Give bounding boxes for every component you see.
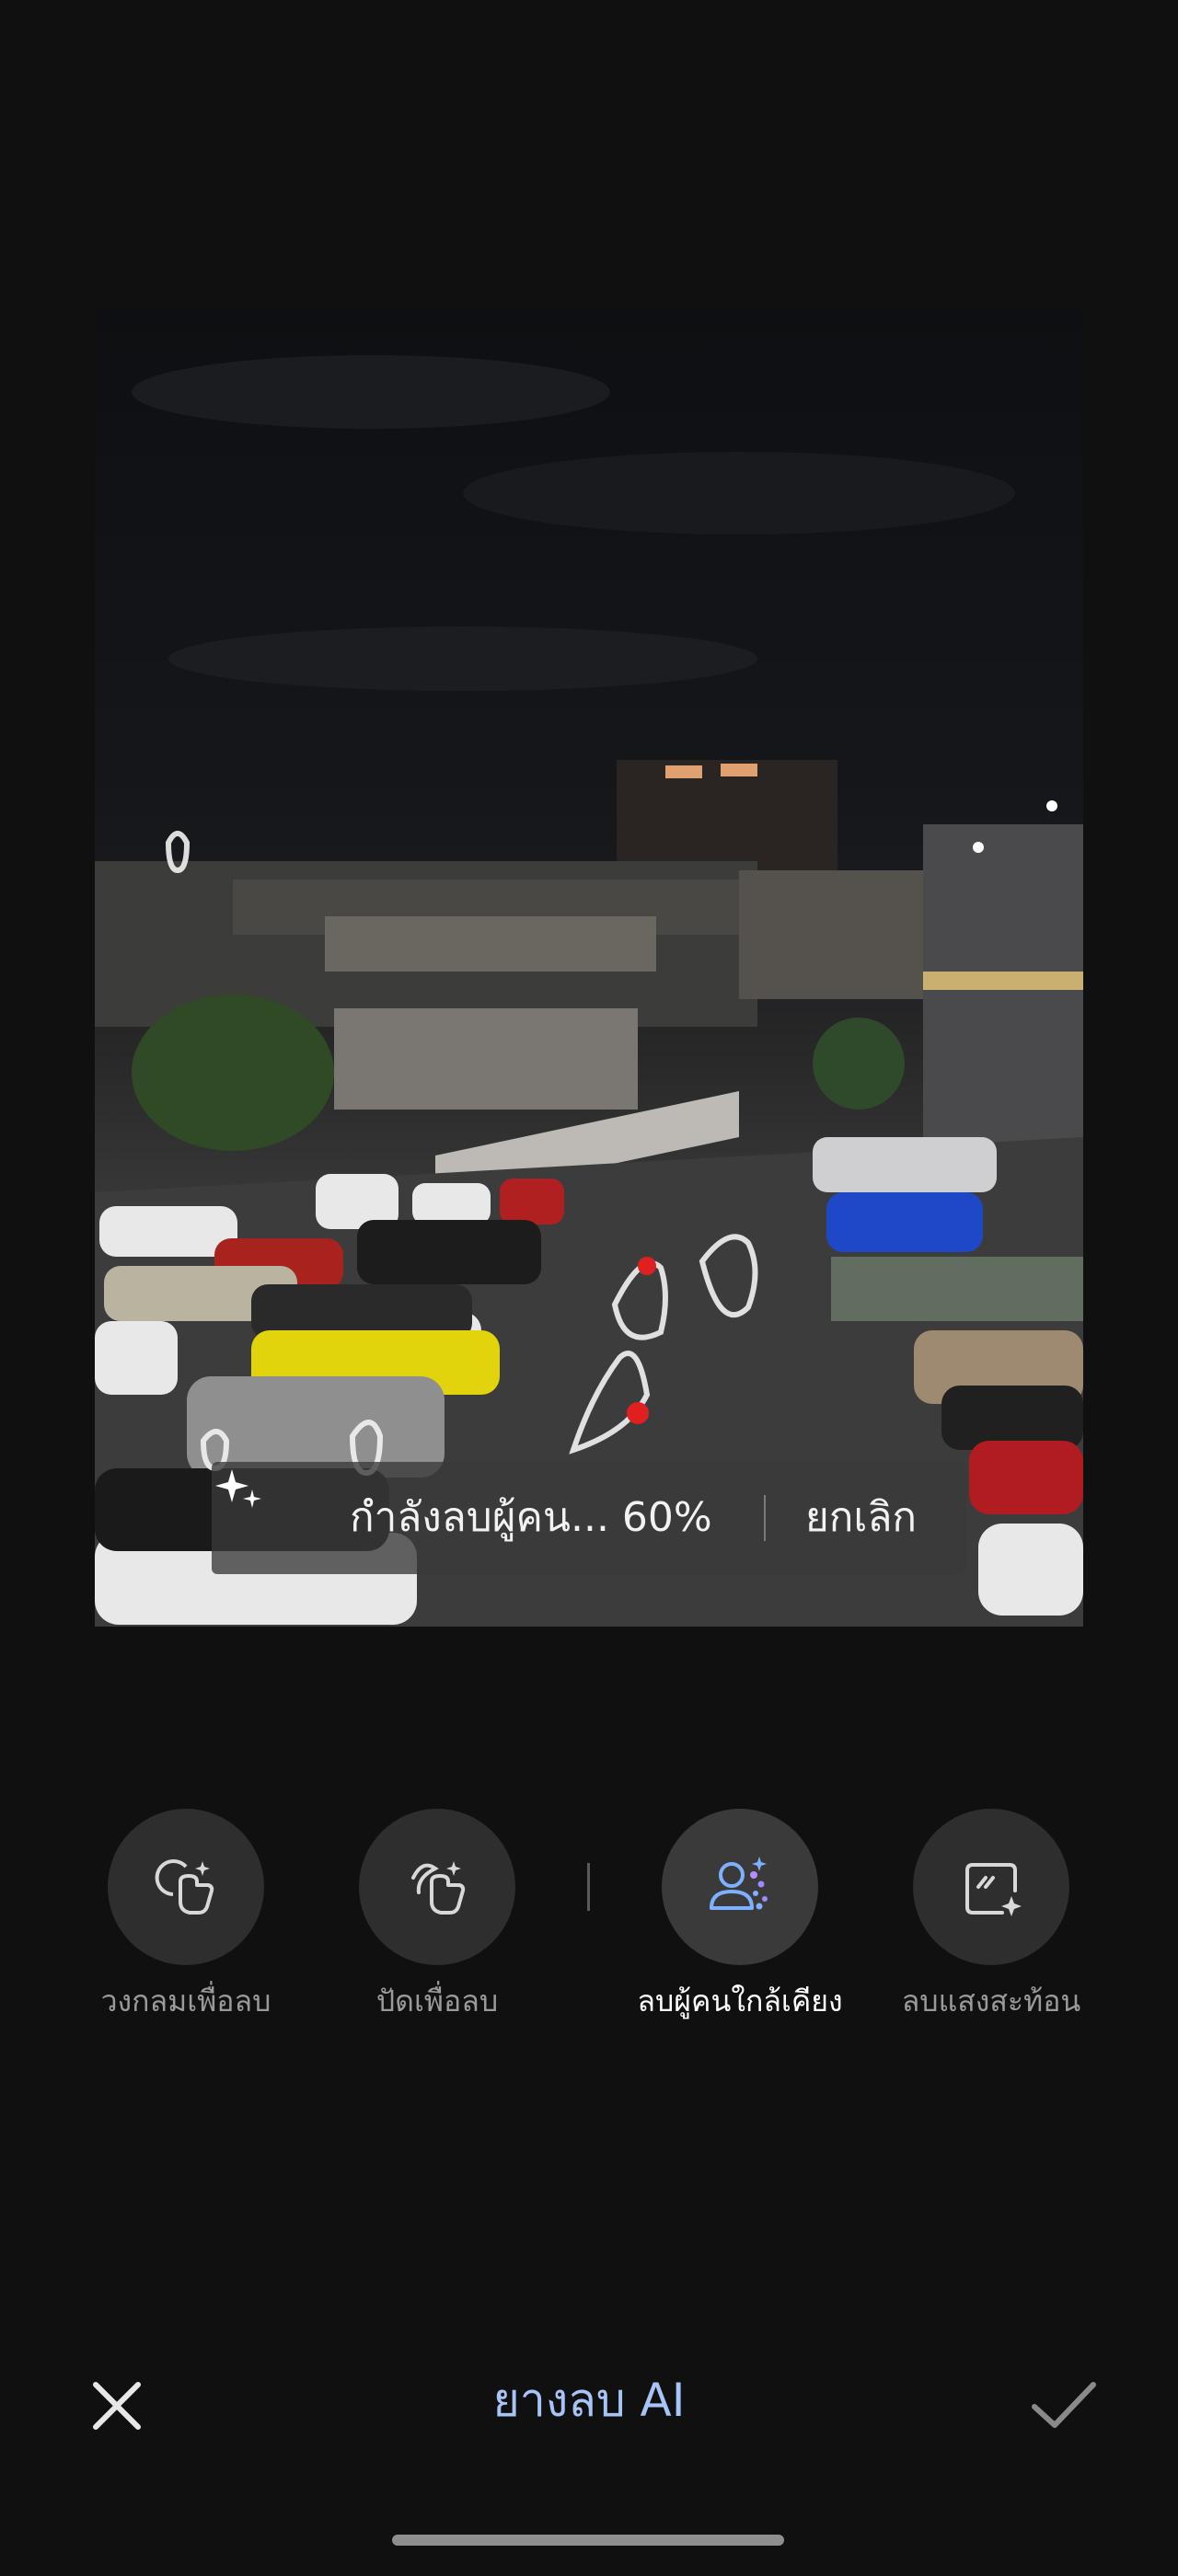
brush-to-erase-icon [411,1861,466,1915]
tool-label-brush: ปัดเพื่อลบ [375,1984,499,2018]
home-indicator[interactable] [392,2535,784,2546]
remove-people-icon [710,1857,768,1910]
circle-to-erase-button[interactable] [108,1809,264,1965]
edited-photo[interactable]: กำลังลบผู้คน... 60% ยกเลิก [95,309,1083,1627]
sparkle-icon [215,1469,261,1508]
remove-reflection-button[interactable] [913,1809,1069,1965]
checkmark-icon[interactable] [1027,2374,1101,2438]
tool-label-reflection: ลบแสงสะท้อน [901,1984,1081,2018]
erase-progress-bar: กำลังลบผู้คน... 60% ยกเลิก [212,1462,966,1574]
night-parking-lot-photo [95,355,1083,1627]
tool-separator [587,1863,590,1911]
brush-to-erase-button[interactable] [359,1809,515,1965]
remove-people-button[interactable] [662,1809,818,1965]
cancel-button[interactable]: ยกเลิก [805,1462,917,1574]
page-title: ยางลบ AI [492,2374,686,2427]
circle-to-erase-icon [155,1859,214,1915]
progress-status-text: กำลังลบผู้คน... 60% [350,1494,712,1541]
divider [764,1495,766,1541]
remove-reflection-icon [965,1863,1022,1916]
tool-label-circle: วงกลมเพื่อลบ [100,1984,271,2018]
tool-label-remove-people: ลบผู้คนใกล้เคียง [637,1984,843,2018]
